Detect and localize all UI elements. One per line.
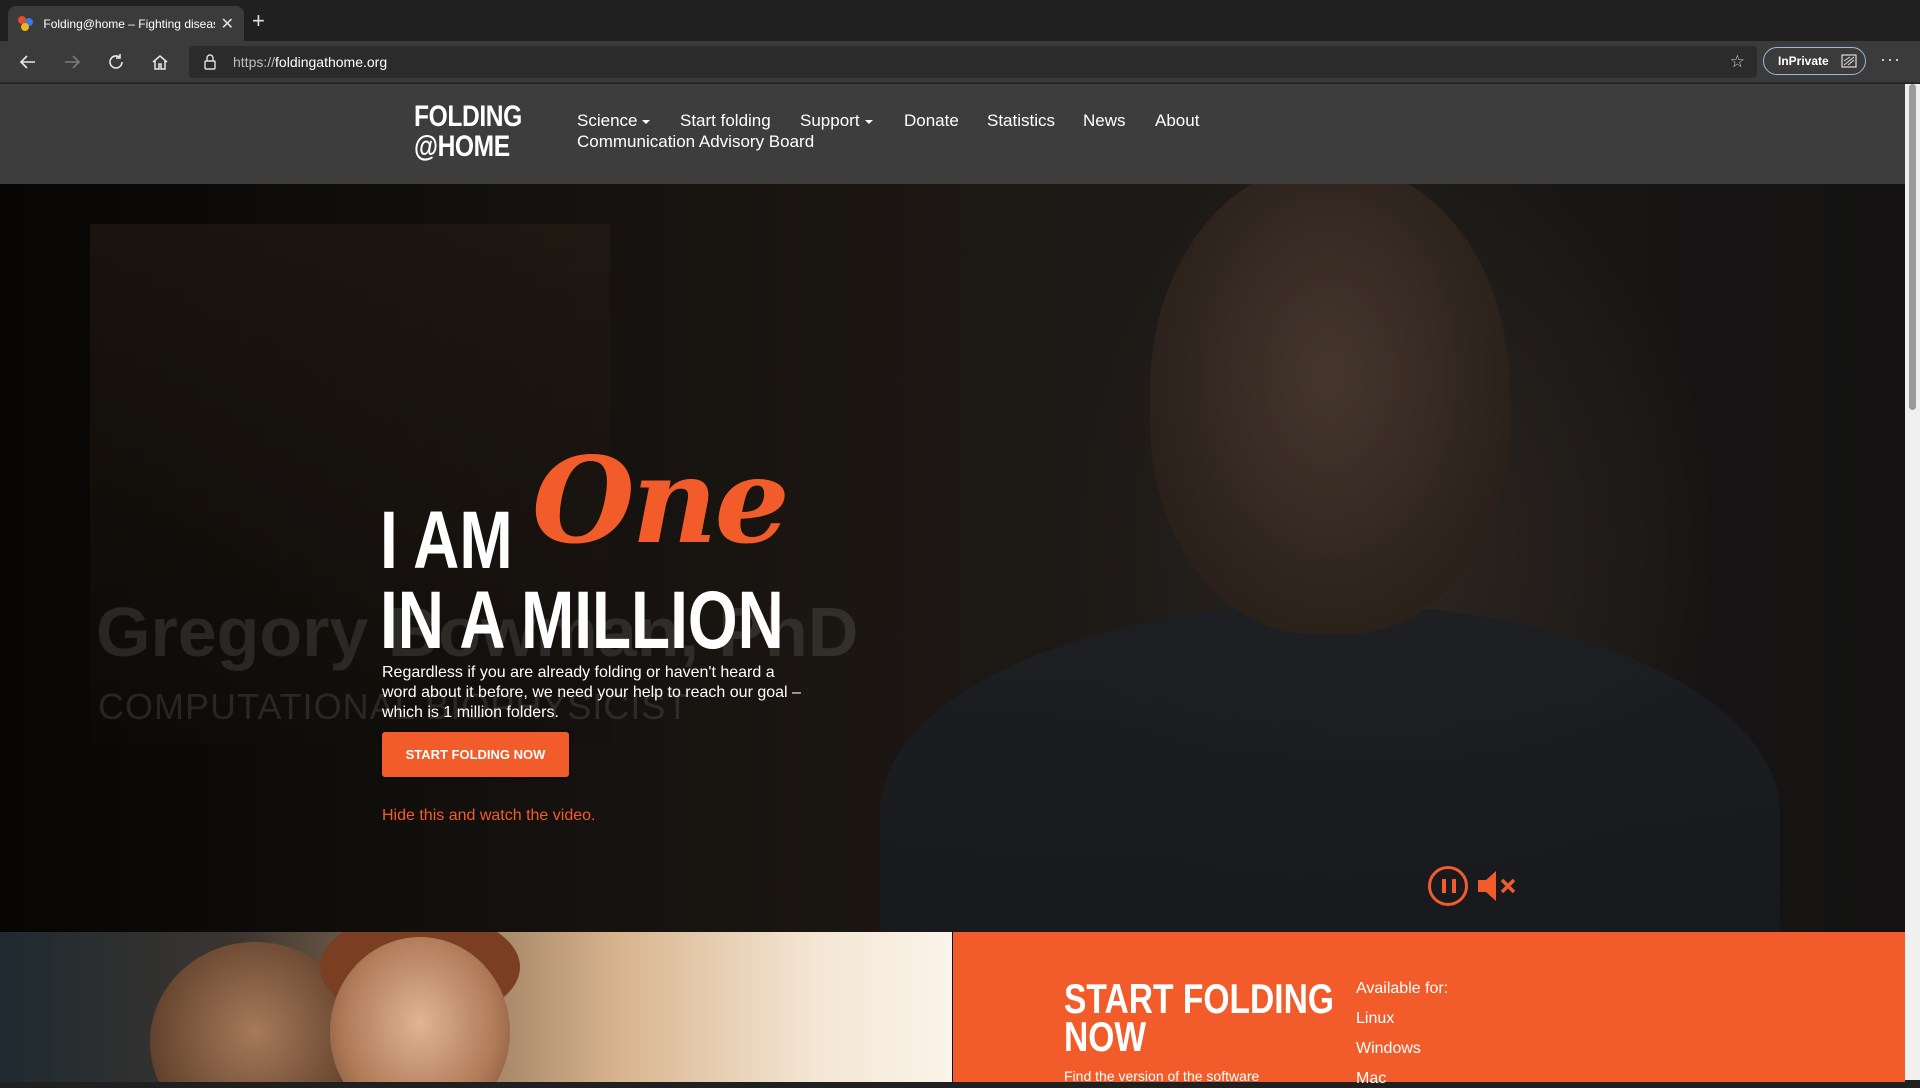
inprivate-icon	[1841, 54, 1857, 71]
home-icon[interactable]	[148, 50, 172, 74]
hide-and-watch-video-link[interactable]: Hide this and watch the video.	[382, 807, 595, 825]
new-tab-icon[interactable]: +	[252, 9, 265, 33]
forward-icon[interactable]	[60, 50, 84, 74]
muted-speaker-icon[interactable]	[1476, 868, 1518, 904]
lock-icon	[203, 54, 217, 75]
headline-i-am: I AM	[380, 495, 513, 586]
hero-video-background	[0, 184, 1905, 932]
page-scrollbar[interactable]	[1905, 84, 1920, 1080]
nav-support[interactable]: Support	[800, 111, 873, 131]
start-folding-now-button[interactable]: START FOLDING NOW	[382, 732, 569, 777]
nav-communication-advisory-board[interactable]: Communication Advisory Board	[577, 132, 814, 152]
address-bar[interactable]: https://foldingathome.org ☆	[189, 46, 1757, 78]
available-for-label: Available for:	[1356, 980, 1449, 997]
url-text: https://foldingathome.org	[233, 54, 388, 70]
close-tab-icon[interactable]: ✕	[221, 14, 234, 34]
start-folding-section	[0, 932, 1905, 1082]
nav-start-folding[interactable]: Start folding	[680, 111, 771, 131]
nav-news[interactable]: News	[1083, 111, 1126, 131]
nav-about[interactable]: About	[1155, 111, 1199, 131]
platform-windows-link[interactable]: Windows	[1356, 1040, 1421, 1058]
pause-icon[interactable]	[1428, 866, 1468, 906]
hero-intro-text: Regardless if you are already folding or…	[382, 664, 801, 721]
tab-title: Folding@home – Fighting disease	[43, 16, 215, 31]
web-page: FOLDING @HOME Science Start folding Supp…	[0, 84, 1905, 1080]
folding-favicon-icon	[18, 15, 33, 32]
nav-statistics[interactable]: Statistics	[987, 111, 1055, 131]
browser-tab[interactable]: Folding@home – Fighting disease ✕	[8, 6, 244, 41]
folding-at-home-logo[interactable]: FOLDING @HOME	[414, 102, 522, 162]
inprivate-button[interactable]: InPrivate	[1763, 47, 1866, 75]
browser-toolbar: https://foldingathome.org ☆ InPrivate ··…	[0, 41, 1920, 83]
start-folding-now-heading: START FOLDING NOW	[1064, 975, 1335, 1060]
scrollbar-thumb[interactable]	[1909, 84, 1916, 410]
refresh-icon[interactable]	[104, 50, 128, 74]
platform-mac-link[interactable]: Mac	[1356, 1070, 1386, 1088]
inprivate-label: InPrivate	[1778, 54, 1829, 68]
volunteers-photo	[0, 932, 952, 1082]
headline-one: One	[532, 431, 790, 570]
browser-tab-bar: Folding@home – Fighting disease ✕ +	[0, 0, 1920, 41]
site-header: FOLDING @HOME Science Start folding Supp…	[0, 84, 1905, 184]
chevron-down-icon	[642, 119, 651, 124]
more-options-icon[interactable]: ···	[1880, 49, 1901, 70]
start-folding-description: Find the version of the software	[1064, 1068, 1260, 1084]
platform-linux-link[interactable]: Linux	[1356, 1010, 1394, 1028]
favorite-star-icon[interactable]: ☆	[1730, 52, 1745, 72]
chevron-down-icon	[864, 119, 873, 124]
back-icon[interactable]	[16, 50, 40, 74]
headline-in-a-million: IN A MILLION	[380, 575, 784, 666]
nav-donate[interactable]: Donate	[904, 111, 959, 131]
nav-science[interactable]: Science	[577, 111, 651, 131]
